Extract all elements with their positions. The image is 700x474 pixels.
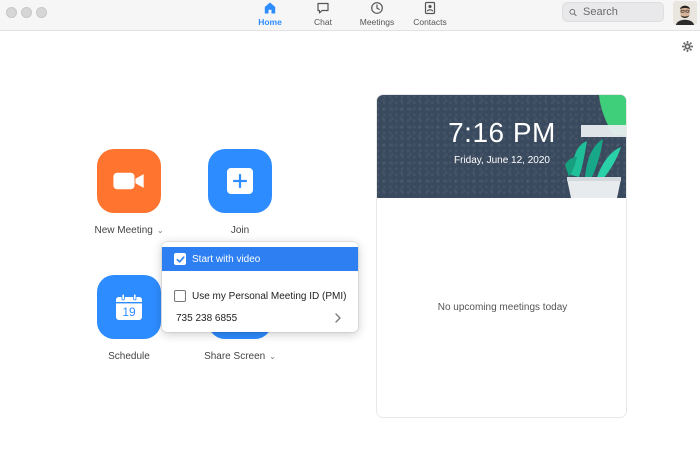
new-meeting-label: New Meeting [94, 225, 153, 236]
current-time: 7:16 PM [448, 117, 556, 148]
new-meeting-label-row: New Meeting ⌄ [69, 225, 189, 236]
contact-card-icon [424, 1, 436, 15]
share-screen-label-row: Share Screen ⌄ [180, 351, 300, 362]
tab-contacts[interactable]: Contacts [399, 0, 461, 31]
checkmark-icon [176, 255, 185, 263]
schedule-label: Schedule [108, 351, 150, 362]
search-icon [569, 8, 577, 16]
current-date: Friday, June 12, 2020 [454, 155, 550, 166]
plant-illustration-icon [565, 95, 626, 198]
chat-bubble-icon [317, 2, 329, 14]
schedule-tile[interactable]: 19 [97, 275, 161, 339]
join-label: Join [230, 225, 250, 236]
upcoming-meetings-card: 7:16 PM Friday, June 12, 2020 No upcomin… [376, 94, 627, 418]
zoom-window-button[interactable] [36, 7, 47, 18]
chevron-down-icon[interactable]: ⌄ [269, 352, 276, 361]
chevron-right-icon [335, 313, 341, 323]
clock-header: 7:16 PM Friday, June 12, 2020 [377, 95, 626, 198]
home-icon [264, 2, 276, 14]
clock-icon [371, 2, 383, 14]
join-button[interactable]: Join [180, 149, 300, 236]
tab-home-label: Home [258, 17, 282, 27]
search-box[interactable] [562, 2, 664, 22]
pmi-number: 735 238 6855 [176, 312, 238, 324]
new-meeting-dropdown-menu: Start with video Use my Personal Meeting… [162, 242, 358, 332]
minimize-window-button[interactable] [21, 7, 32, 18]
calendar-day-number: 19 [122, 305, 136, 319]
tab-chat-label: Chat [314, 17, 332, 27]
start-with-video-label: Start with video [192, 253, 261, 265]
user-photo-icon [673, 1, 697, 25]
video-camera-icon [113, 172, 144, 190]
avatar[interactable] [673, 1, 697, 25]
menu-item-pmi-number[interactable]: 735 238 6855 [162, 306, 358, 330]
join-tile[interactable] [208, 149, 272, 213]
empty-state-message: No upcoming meetings today [437, 302, 568, 313]
title-bar: Home Chat Meetings Contacts [0, 0, 700, 31]
tab-contacts-label: Contacts [413, 17, 447, 27]
calendar-icon: 19 [116, 293, 142, 320]
settings-gear-icon[interactable] [682, 41, 693, 52]
tab-meetings-label: Meetings [359, 17, 395, 27]
plus-icon [227, 168, 253, 194]
new-meeting-tile[interactable] [97, 149, 161, 213]
search-input[interactable] [583, 6, 663, 18]
share-screen-label: Share Screen [204, 351, 266, 362]
new-meeting-button[interactable]: New Meeting ⌄ [69, 149, 189, 236]
menu-item-start-with-video[interactable]: Start with video [162, 247, 358, 271]
tab-chat[interactable]: Chat [292, 0, 354, 31]
menu-item-use-pmi[interactable]: Use my Personal Meeting ID (PMI) [162, 284, 358, 308]
use-pmi-label: Use my Personal Meeting ID (PMI) [192, 290, 347, 302]
use-pmi-checkbox[interactable] [174, 290, 186, 302]
chevron-down-icon[interactable]: ⌄ [157, 226, 164, 235]
close-window-button[interactable] [6, 7, 17, 18]
start-with-video-checkbox[interactable] [174, 253, 186, 265]
